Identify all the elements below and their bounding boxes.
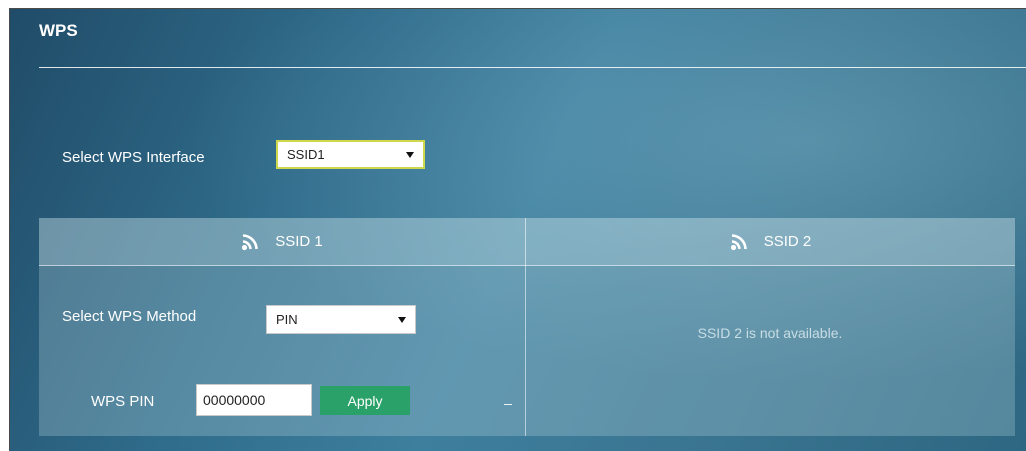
wifi-signal-icon	[242, 233, 259, 250]
dropdown-arrow-icon	[398, 316, 406, 323]
ssid2-header-label: SSID 2	[763, 233, 812, 250]
wifi-signal-icon	[730, 233, 747, 250]
apply-button[interactable]: Apply	[320, 386, 410, 415]
dash-mark	[504, 404, 512, 405]
page-title: WPS	[39, 21, 78, 40]
wps-interface-value: SSID1	[287, 147, 325, 162]
ssid1-header: SSID 1	[39, 218, 525, 265]
dropdown-arrow-icon	[406, 151, 414, 158]
wps-method-select[interactable]: PIN	[266, 305, 416, 334]
ssid2-unavailable-message: SSID 2 is not available.	[697, 325, 843, 341]
ssid1-header-label: SSID 1	[275, 233, 323, 250]
ssid2-header: SSID 2	[526, 218, 1015, 265]
wps-page: WPS Select WPS Interface SSID1 SSID 1 SS…	[9, 8, 1026, 451]
wps-pin-label: WPS PIN	[91, 393, 155, 410]
ssid-panel: SSID 1 SSID 2 Select WPS Method PIN WPS …	[39, 218, 1015, 436]
title-divider	[39, 67, 1026, 68]
wps-method-label: Select WPS Method	[62, 308, 197, 325]
wps-method-value: PIN	[276, 312, 298, 327]
wps-pin-input[interactable]	[196, 384, 312, 416]
wps-interface-select[interactable]: SSID1	[276, 140, 425, 169]
wps-interface-label: Select WPS Interface	[62, 149, 205, 166]
